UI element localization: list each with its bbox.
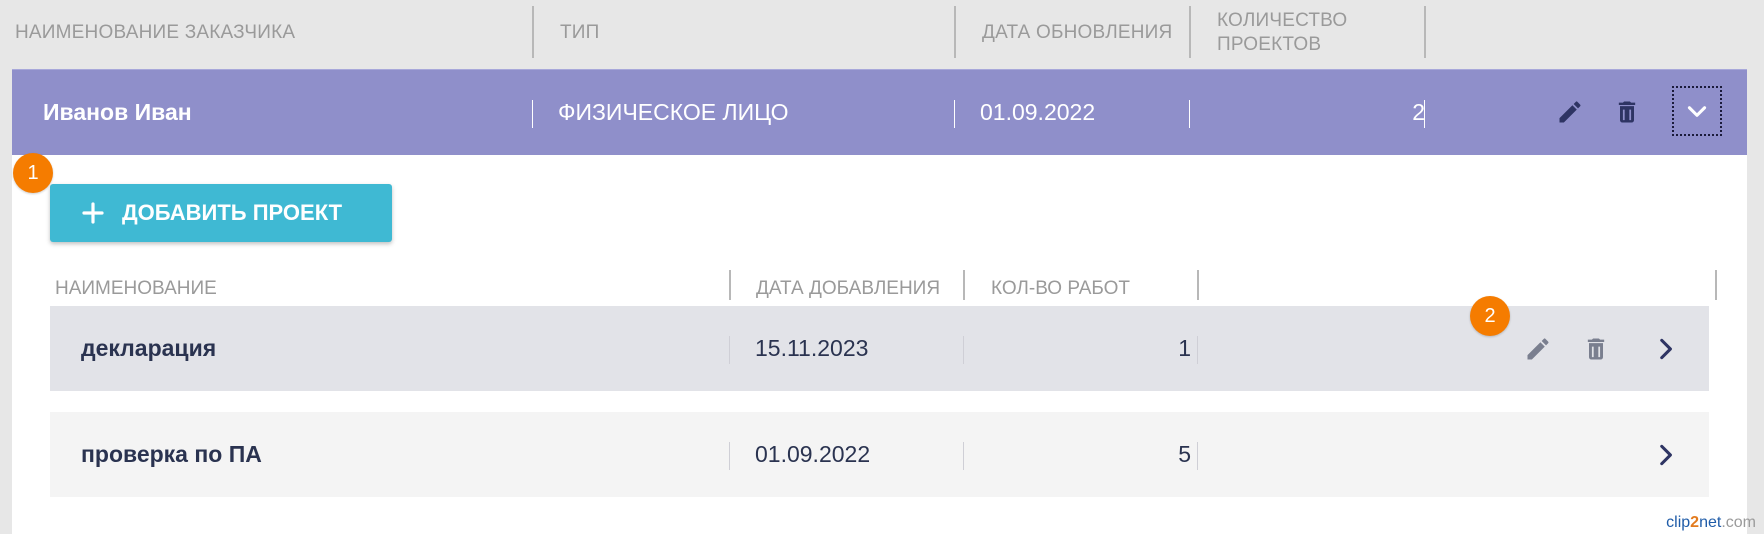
header-divider (532, 6, 534, 58)
client-row[interactable]: Иванов Иван ФИЗИЧЕСКОЕ ЛИЦО 01.09.2022 2 (12, 69, 1747, 155)
header-added-date[interactable]: ДАТА ДОБАВЛЕНИЯ (756, 269, 940, 309)
watermark-part2: 2 (1690, 514, 1700, 531)
project-row[interactable]: проверка по ПА 01.09.2022 5 (50, 412, 1709, 497)
project-works-count: 1 (1178, 335, 1191, 361)
chevron-down-icon (1687, 106, 1707, 117)
header-projects-count-line2: ПРОЕКТОВ (1217, 34, 1322, 55)
header-works-count[interactable]: КОЛ-ВО РАБОТ (991, 269, 1130, 309)
header-divider (1197, 270, 1199, 300)
annotation-badge-2: 2 (1470, 296, 1510, 336)
chevron-right-icon (1660, 338, 1672, 360)
row-divider (1197, 336, 1198, 364)
header-type[interactable]: ТИП (560, 0, 600, 66)
row-divider (1197, 442, 1198, 470)
row-divider (729, 442, 730, 470)
clients-table-header: НАИМЕНОВАНИЕ ЗАКАЗЧИКА ТИП ДАТА ОБНОВЛЕН… (0, 0, 1764, 66)
header-projects-count[interactable]: КОЛИЧЕСТВО ПРОЕКТОВ (1217, 0, 1347, 66)
header-project-name[interactable]: НАИМЕНОВАНИЕ (55, 269, 217, 309)
edit-client-button[interactable] (1553, 95, 1587, 129)
watermark-part4: .com (1721, 514, 1756, 531)
header-divider (963, 270, 965, 300)
header-divider (729, 270, 731, 300)
client-updated-date: 01.09.2022 (980, 99, 1096, 125)
add-project-button[interactable]: ДОБАВИТЬ ПРОЕКТ (50, 184, 392, 242)
client-projects-count: 2 (1412, 99, 1425, 125)
header-divider (1189, 6, 1191, 58)
add-project-label: ДОБАВИТЬ ПРОЕКТ (122, 200, 343, 225)
delete-project-button[interactable] (1579, 332, 1613, 366)
open-project-button[interactable] (1648, 332, 1682, 366)
client-type: ФИЗИЧЕСКОЕ ЛИЦО (558, 99, 789, 125)
open-project-button[interactable] (1648, 438, 1682, 472)
project-name: декларация (81, 335, 217, 361)
header-customer-name[interactable]: НАИМЕНОВАНИЕ ЗАКАЗЧИКА (15, 0, 295, 66)
project-row[interactable]: декларация 15.11.2023 1 (50, 306, 1709, 391)
project-added-date: 15.11.2023 (755, 335, 869, 361)
edit-project-button[interactable] (1521, 332, 1555, 366)
header-divider (1424, 6, 1426, 58)
trash-icon (1618, 101, 1636, 123)
row-divider (729, 336, 730, 364)
delete-client-button[interactable] (1610, 95, 1644, 129)
header-projects-count-line1: КОЛИЧЕСТВО (1217, 10, 1348, 31)
header-updated-date[interactable]: ДАТА ОБНОВЛЕНИЯ (982, 0, 1172, 66)
row-divider (532, 100, 533, 128)
project-added-date: 01.09.2022 (755, 441, 871, 467)
row-divider (1424, 100, 1425, 128)
watermark-part1: clip (1666, 514, 1691, 531)
watermark-part3: net (1699, 514, 1722, 531)
header-divider (954, 6, 956, 58)
edit-icon (1559, 101, 1581, 123)
plus-icon (82, 202, 104, 224)
collapse-client-button[interactable] (1672, 86, 1722, 136)
row-divider (954, 100, 955, 128)
chevron-right-icon (1660, 444, 1672, 466)
project-works-count: 5 (1178, 441, 1191, 467)
client-name: Иванов Иван (43, 99, 192, 125)
header-divider (1715, 270, 1717, 300)
annotation-badge-1: 1 (13, 153, 53, 193)
edit-icon (1527, 338, 1549, 360)
watermark: clip2net.com (1666, 514, 1756, 532)
project-name: проверка по ПА (81, 441, 262, 467)
projects-panel: ДОБАВИТЬ ПРОЕКТ НАИМЕНОВАНИЕ ДАТА ДОБАВЛ… (12, 153, 1747, 534)
trash-icon (1587, 338, 1605, 360)
